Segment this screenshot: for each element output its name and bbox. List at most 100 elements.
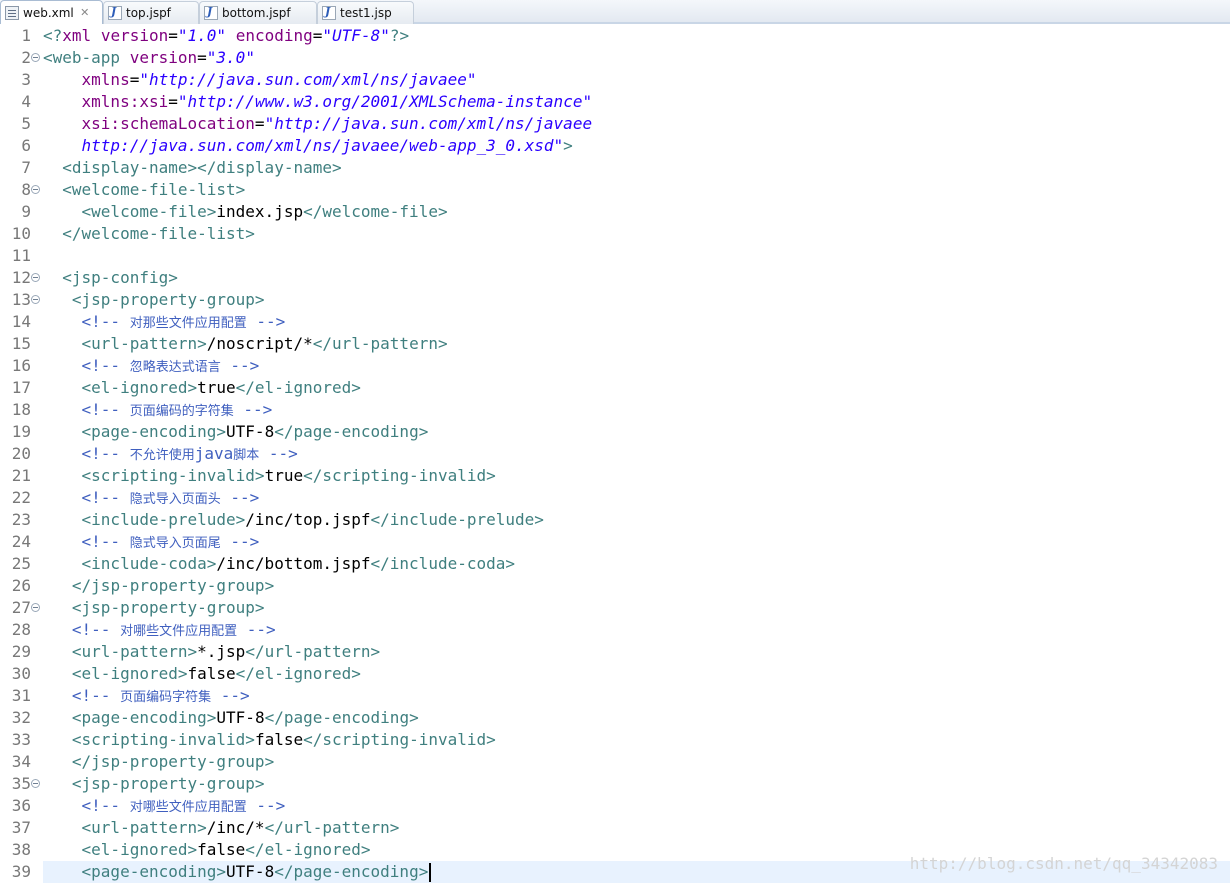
code-line[interactable]: 5 xsi:schemaLocation="http://java.sun.co… <box>0 113 1230 135</box>
code-line[interactable]: 16 <!-- 忽略表达式语言 --> <box>0 355 1230 377</box>
code-line[interactable]: 30 <el-ignored>false</el-ignored> <box>0 663 1230 685</box>
code-line[interactable]: 10 </welcome-file-list> <box>0 223 1230 245</box>
editor-tab-bar: web.xml ✕ top.jspf bottom.jspf test1.jsp <box>0 0 1230 24</box>
line-gutter: 18 <box>0 399 43 421</box>
code-line[interactable]: 25 <include-coda>/inc/bottom.jspf</inclu… <box>0 553 1230 575</box>
comment-token: 不允许使用 <box>129 448 195 463</box>
line-number: 16 <box>11 356 31 375</box>
collapse-fold-icon[interactable] <box>31 779 40 788</box>
xml-tag-token: <el-ignored> <box>71 664 188 683</box>
code-line[interactable]: 21 <scripting-invalid>true</scripting-in… <box>0 465 1230 487</box>
code-text: <!-- 对哪些文件应用配置 --> <box>43 619 276 643</box>
text-token: = <box>168 92 178 111</box>
xml-value-token: "http://java.sun.com/xml/ns/javaee" <box>139 70 477 89</box>
code-line[interactable]: 23 <include-prelude>/inc/top.jspf</inclu… <box>0 509 1230 531</box>
code-line[interactable]: 26 </jsp-property-group> <box>0 575 1230 597</box>
xml-tag-token: </el-ignored> <box>235 378 361 397</box>
comment-token: 忽略表达式语言 <box>129 360 221 375</box>
xml-source-editor[interactable]: 1 <?xml version="1.0" encoding="UTF-8"?> 2… <box>0 24 1230 885</box>
text-token: UTF-8 <box>216 708 265 727</box>
code-line[interactable]: 31 <!-- 页面编码字符集 --> <box>0 685 1230 707</box>
xml-tag-token: <el-ignored> <box>81 378 198 397</box>
comment-token: <!-- <box>71 686 121 705</box>
code-line[interactable]: 14 <!-- 对那些文件应用配置 --> <box>0 311 1230 333</box>
tab-web-xml[interactable]: web.xml ✕ <box>0 0 103 24</box>
code-line[interactable]: 22 <!-- 隐式导入页面头 --> <box>0 487 1230 509</box>
code-line[interactable]: 18 <!-- 页面编码的字符集 --> <box>0 399 1230 421</box>
code-line[interactable]: 29 <url-pattern>*.jsp</url-pattern> <box>0 641 1230 663</box>
comment-token: 页面编码字符集 <box>120 690 212 705</box>
line-gutter: 25 <box>0 553 43 575</box>
collapse-fold-icon[interactable] <box>31 603 40 612</box>
text-token: true <box>197 378 236 397</box>
code-line[interactable]: 13 <jsp-property-group> <box>0 289 1230 311</box>
line-gutter: 33 <box>0 729 43 751</box>
tab-bottom-jspf[interactable]: bottom.jspf <box>199 1 317 24</box>
code-line[interactable]: 33 <scripting-invalid>false</scripting-i… <box>0 729 1230 751</box>
collapse-fold-icon[interactable] <box>31 295 40 304</box>
text-token: /noscript/* <box>206 334 313 353</box>
line-gutter: 16 <box>0 355 43 377</box>
code-text: <url-pattern>*.jsp</url-pattern> <box>43 641 380 663</box>
code-line[interactable]: 11 <box>0 245 1230 267</box>
close-icon[interactable]: ✕ <box>79 7 91 19</box>
code-line[interactable]: 6 http://java.sun.com/xml/ns/javaee/web-… <box>0 135 1230 157</box>
code-line[interactable]: 7 <display-name></display-name> <box>0 157 1230 179</box>
code-line[interactable]: 1 <?xml version="1.0" encoding="UTF-8"?> <box>0 25 1230 47</box>
xml-tag-token: </url-pattern> <box>245 642 381 661</box>
tab-test1-jsp[interactable]: test1.jsp <box>317 1 414 24</box>
code-line[interactable]: 36 <!-- 对哪些文件应用配置 --> <box>0 795 1230 817</box>
line-gutter: 38 <box>0 839 43 861</box>
xml-tag-token: </jsp-property-group> <box>71 752 275 771</box>
code-line[interactable]: 3 xmlns="http://java.sun.com/xml/ns/java… <box>0 69 1230 91</box>
xml-tag-token: <jsp-property-group> <box>71 774 265 793</box>
code-line[interactable]: 32 <page-encoding>UTF-8</page-encoding> <box>0 707 1230 729</box>
line-number: 26 <box>11 576 31 595</box>
line-gutter: 17 <box>0 377 43 399</box>
code-line[interactable]: 20 <!-- 不允许使用java脚本 --> <box>0 443 1230 465</box>
code-line[interactable]: 28 <!-- 对哪些文件应用配置 --> <box>0 619 1230 641</box>
collapse-fold-icon[interactable] <box>31 185 40 194</box>
comment-token: <!-- <box>81 488 130 507</box>
line-gutter: 30 <box>0 663 43 685</box>
code-line[interactable]: 17 <el-ignored>true</el-ignored> <box>0 377 1230 399</box>
line-number: 19 <box>11 422 31 441</box>
collapse-fold-icon[interactable] <box>31 273 40 282</box>
code-line[interactable]: 8 <welcome-file-list> <box>0 179 1230 201</box>
xml-tag-token: <welcome-file-list> <box>62 180 246 199</box>
text-token: /inc/top.jspf <box>245 510 371 529</box>
code-text: <jsp-config> <box>43 267 178 289</box>
text-token: = <box>197 48 207 67</box>
collapse-fold-icon[interactable] <box>31 53 40 62</box>
text-token: UTF-8 <box>226 862 275 881</box>
code-line[interactable]: 4 xmlns:xsi="http://www.w3.org/2001/XMLS… <box>0 91 1230 113</box>
code-line[interactable]: 15 <url-pattern>/noscript/*</url-pattern… <box>0 333 1230 355</box>
comment-token: <!-- <box>81 312 130 331</box>
line-gutter: 39 <box>0 861 43 883</box>
text-token: true <box>264 466 304 485</box>
code-text: <jsp-property-group> <box>43 773 265 795</box>
code-line[interactable]: 34 </jsp-property-group> <box>0 751 1230 773</box>
code-line[interactable]: 9 <welcome-file>index.jsp</welcome-file> <box>0 201 1230 223</box>
tab-top-jspf[interactable]: top.jspf <box>103 1 199 24</box>
xml-tag-token: <jsp-config> <box>62 268 178 287</box>
line-number: 2 <box>21 48 31 67</box>
code-line[interactable]: 2 <web-app version="3.0" <box>0 47 1230 69</box>
xml-tag-token: </url-pattern> <box>312 334 448 353</box>
xml-tag-token: </welcome-file-list> <box>62 224 255 243</box>
code-line[interactable]: 19 <page-encoding>UTF-8</page-encoding> <box>0 421 1230 443</box>
code-line[interactable]: 37 <url-pattern>/inc/*</url-pattern> <box>0 817 1230 839</box>
code-line[interactable]: 12 <jsp-config> <box>0 267 1230 289</box>
xml-tag-token: <web-app <box>43 48 121 67</box>
code-line[interactable]: 35 <jsp-property-group> <box>0 773 1230 795</box>
code-text: <!-- 页面编码字符集 --> <box>43 685 250 709</box>
code-line[interactable]: 27 <jsp-property-group> <box>0 597 1230 619</box>
line-number: 10 <box>11 224 31 243</box>
code-line[interactable]: 24 <!-- 隐式导入页面尾 --> <box>0 531 1230 553</box>
